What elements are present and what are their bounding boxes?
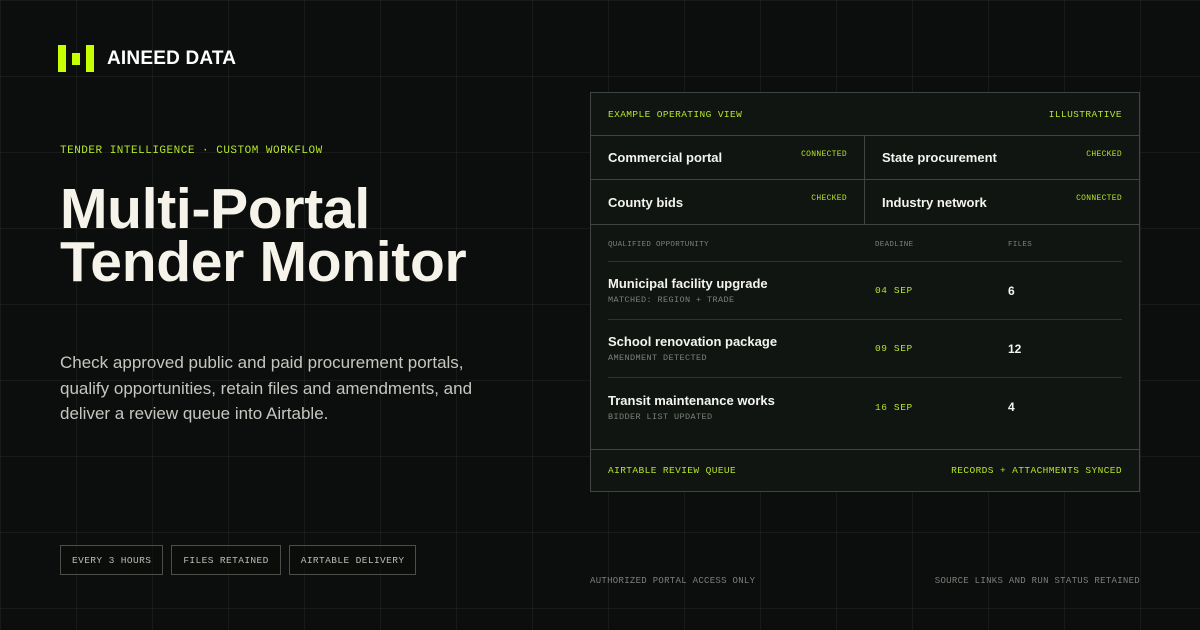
tag-files: FILES RETAINED [171,545,281,575]
access-note: AUTHORIZED PORTAL ACCESS ONLY [590,576,756,586]
hero-description: Check approved public and paid procureme… [60,353,473,423]
opportunity-note: AMENDMENT DETECTED [608,353,708,363]
opportunity-name: Transit maintenance works [608,392,775,408]
opportunity-name: School renovation package [608,334,778,349]
page-title: Multi-Portal Tender Monitor [60,177,467,294]
portal-status: CHECKED [1086,150,1122,159]
opportunity-files: 4 [1008,400,1015,414]
portal-status: CONNECTED [801,150,847,159]
opportunity-cell: Transit maintenance works BIDDER LIST UP… [608,393,875,422]
opportunity-note: MATCHED: REGION + TRADE [608,295,735,305]
opportunity-cell: Municipal facility upgrade MATCHED: REGI… [608,276,875,305]
table-header: QUALIFIED OPPORTUNITY DEADLINE FILES [608,225,1122,262]
feature-tags: EVERY 3 HOURS FILES RETAINED AIRTABLE DE… [60,545,417,575]
column-header-opportunity: QUALIFIED OPPORTUNITY [608,241,709,249]
panel-footer: AIRTABLE REVIEW QUEUE RECORDS + ATTACHME… [591,449,1139,491]
panel-footer-status: RECORDS + ATTACHMENTS SYNCED [951,465,1122,476]
column-header-files: FILES [1008,241,1033,249]
panel-footer-title: AIRTABLE REVIEW QUEUE [608,465,737,476]
opportunity-deadline: 09 SEP [875,343,913,354]
portal-card: State procurement CHECKED [865,136,1139,180]
brand-logo: AINEED DATA [58,45,236,72]
table-row[interactable]: Transit maintenance works BIDDER LIST UP… [608,378,1122,436]
column-header-deadline: DEADLINE [875,241,914,249]
opportunity-table: QUALIFIED OPPORTUNITY DEADLINE FILES Mun… [591,225,1139,436]
page-title-line-2: Tender Monitor [60,230,467,294]
brand-name: AINEED DATA [107,47,237,69]
portal-card: Commercial portal CONNECTED [591,136,865,180]
eyebrow-label: TENDER INTELLIGENCE · CUSTOM WORKFLOW [60,145,323,157]
portal-name: Commercial portal [608,150,723,165]
portal-status: CHECKED [811,194,847,203]
table-row[interactable]: School renovation package AMENDMENT DETE… [608,320,1122,378]
opportunity-deadline: 16 SEP [875,401,913,413]
opportunity-name: Municipal facility upgrade [608,276,768,291]
opportunity-files: 12 [1008,341,1022,356]
portal-grid: Commercial portal CONNECTED State procur… [591,136,1139,225]
opportunity-cell: School renovation package AMENDMENT DETE… [608,334,875,363]
tag-frequency: EVERY 3 HOURS [60,545,164,575]
portal-card: Industry network CONNECTED [865,180,1139,224]
three-bar-logo-icon [58,45,94,72]
opportunity-deadline: 04 SEP [875,285,913,296]
portal-status: CONNECTED [1076,194,1122,203]
operating-view-panel: EXAMPLE OPERATING VIEW ILLUSTRATIVE Comm… [590,92,1140,492]
table-row[interactable]: Municipal facility upgrade MATCHED: REGI… [608,262,1122,320]
page-title-line-1: Multi-Portal [60,177,370,241]
panel-header: EXAMPLE OPERATING VIEW ILLUSTRATIVE [591,93,1139,136]
tag-delivery: AIRTABLE DELIVERY [288,545,417,575]
portal-card: County bids CHECKED [591,180,865,224]
panel-header-badge: ILLUSTRATIVE [1048,108,1122,120]
portal-name: State procurement [882,150,997,165]
portal-name: Industry network [882,194,987,210]
portal-name: County bids [608,194,684,210]
retention-note: SOURCE LINKS AND RUN STATUS RETAINED [934,576,1140,586]
opportunity-files: 6 [1008,283,1015,298]
opportunity-note: BIDDER LIST UPDATED [608,411,713,422]
panel-header-title: EXAMPLE OPERATING VIEW [608,108,743,120]
